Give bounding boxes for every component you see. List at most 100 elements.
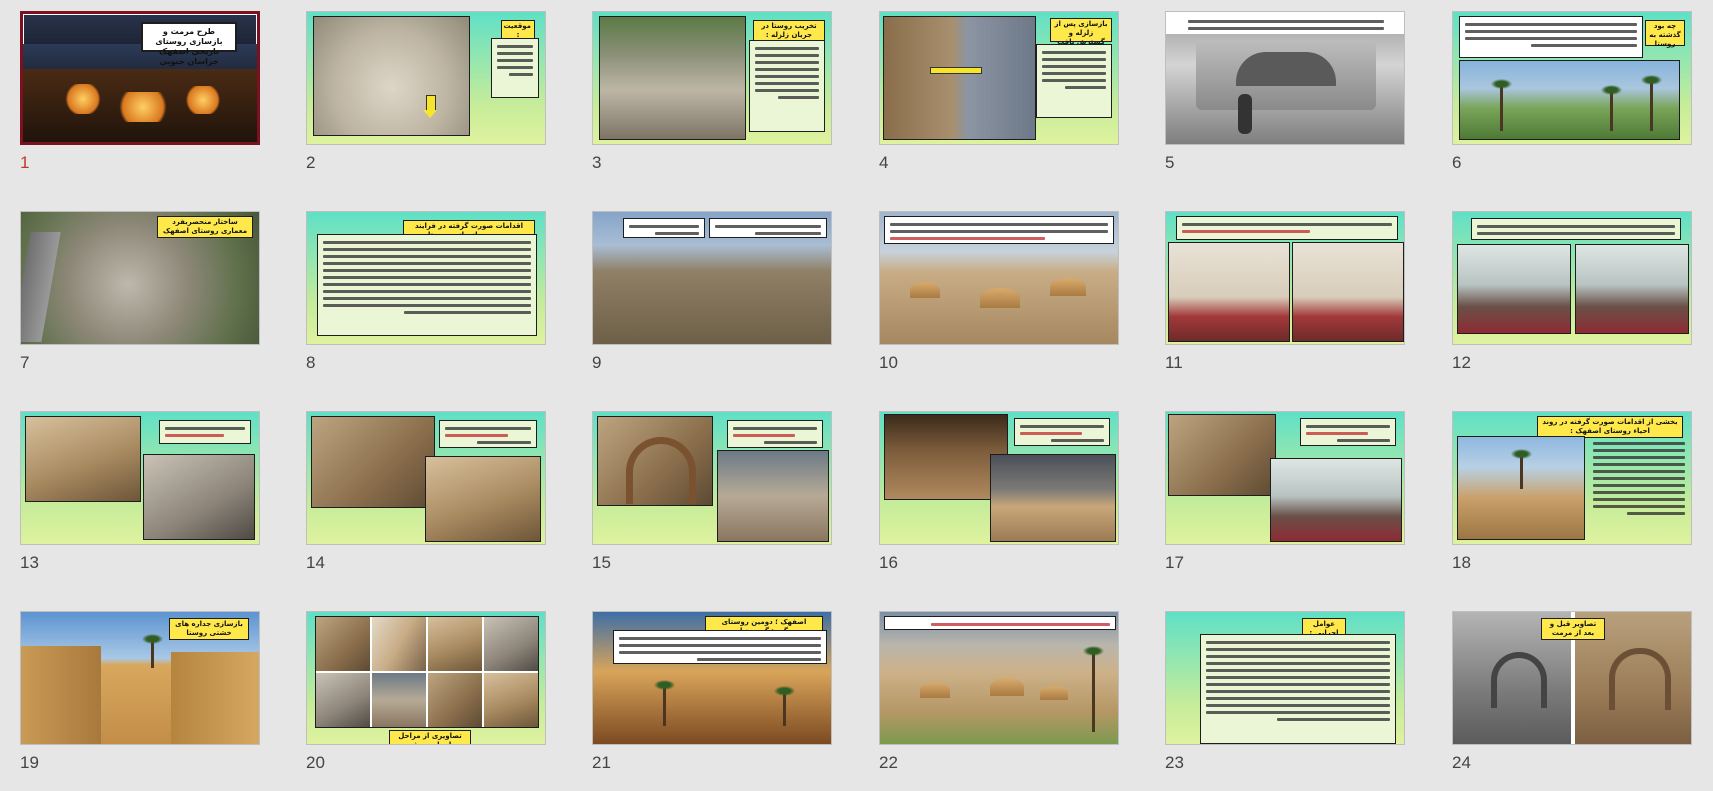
slide-thumbnail-12[interactable]: 12 (1452, 211, 1694, 391)
slide-text-box (1459, 16, 1643, 58)
slide-title: بازسازی پس از زلزله و گسترش بافت تاریخی (1050, 18, 1112, 55)
slide-thumbnail-14[interactable]: 14 (306, 411, 548, 591)
slide-thumbnail-22[interactable]: 22 (879, 611, 1121, 791)
slide-thumbnail-5[interactable]: 5 (1165, 11, 1407, 191)
slide-number: 20 (306, 753, 325, 772)
slide-photo (311, 416, 435, 508)
slide-number: 24 (1452, 753, 1471, 772)
slide-preview: طرح مرمت و بازسازی روستای تاریخی اصفهک خ… (20, 11, 260, 145)
slide-photo (597, 416, 713, 506)
slide-preview: موقعیت : (306, 11, 546, 145)
slide-thumbnail-11[interactable]: 11 (1165, 211, 1407, 391)
slide-number: 5 (1165, 153, 1175, 172)
slide-preview: عوامل اجرایی : (1165, 611, 1405, 745)
slide-preview: ساختار منحصربفرد معماری روستای اصفهک (20, 211, 260, 345)
slide-photo (599, 16, 746, 140)
slide-title: تصاویر قبل و بعد از مرمت (1541, 618, 1605, 640)
slide-preview (879, 211, 1119, 345)
slide-photo (25, 416, 141, 502)
slide-text-box (439, 420, 537, 448)
slide-text-box (317, 234, 537, 336)
slide-title: ساختار منحصربفرد معماری روستای اصفهک (157, 216, 253, 238)
slide-number: 14 (306, 553, 325, 572)
slide-thumbnail-1[interactable]: طرح مرمت و بازسازی روستای تاریخی اصفهک خ… (20, 11, 262, 191)
slide-text-box (1300, 418, 1396, 446)
slide-preview (1165, 411, 1405, 545)
slide-preview: اقدامات صورت گرفته در فرایند مرمت و بازس… (306, 211, 546, 345)
slide-thumbnail-16[interactable]: 16 (879, 411, 1121, 591)
slide-text-box (709, 218, 827, 238)
slide-thumbnail-10[interactable]: 10 (879, 211, 1121, 391)
slide-photo (425, 456, 541, 542)
slide-thumbnail-13[interactable]: 13 (20, 411, 262, 591)
slide-photo (1168, 242, 1290, 342)
slide-preview: چه بود گذشته به روستا (1452, 11, 1692, 145)
slide-photo (1459, 60, 1680, 140)
slide-number: 10 (879, 353, 898, 372)
slide-number: 18 (1452, 553, 1471, 572)
slide-number: 11 (1165, 353, 1183, 372)
slide-thumbnail-15[interactable]: 15 (592, 411, 834, 591)
slide-number: 7 (20, 353, 30, 372)
slide-number: 16 (879, 553, 898, 572)
map-image (313, 16, 470, 136)
slide-thumbnail-20[interactable]: تصاویری از مراحل اجرای پروژه 20 (306, 611, 548, 791)
slide-text-box (727, 420, 823, 448)
slide-preview (879, 411, 1119, 545)
slide-thumbnail-9[interactable]: 9 (592, 211, 834, 391)
slide-thumbnail-17[interactable]: 17 (1165, 411, 1407, 591)
slide-number: 3 (592, 153, 602, 172)
slide-number: 19 (20, 753, 39, 772)
slide-thumbnail-6[interactable]: چه بود گذشته به روستا 6 (1452, 11, 1694, 191)
slide-text-box (884, 616, 1116, 630)
slide-text-box (1471, 218, 1681, 240)
slide-photo (1575, 244, 1689, 334)
slide-thumbnail-24[interactable]: تصاویر قبل و بعد از مرمت 24 (1452, 611, 1694, 791)
slide-text-box (623, 218, 705, 238)
slide-preview: بازسازی پس از زلزله و گسترش بافت تاریخی (879, 11, 1119, 145)
slide-thumbnail-7[interactable]: ساختار منحصربفرد معماری روستای اصفهک 7 (20, 211, 262, 391)
slide-preview: بازسازی جداره های خشتی روستا (20, 611, 260, 745)
slide-preview (20, 411, 260, 545)
slide-thumbnail-21[interactable]: اصفهک ؛ دومین روستای گردشگری دنیا 21 (592, 611, 834, 791)
slide-thumbnail-4[interactable]: بازسازی پس از زلزله و گسترش بافت تاریخی … (879, 11, 1121, 191)
slide-number: 22 (879, 753, 898, 772)
slide-photo (1270, 458, 1402, 542)
slide-number: 12 (1452, 353, 1471, 372)
slide-text-box (749, 40, 825, 132)
slide-thumbnail-8[interactable]: اقدامات صورت گرفته در فرایند مرمت و بازس… (306, 211, 548, 391)
slide-text-box (159, 420, 251, 444)
slide-thumbnail-3[interactable]: تخریب روستا در جریان زلزله : 3 (592, 11, 834, 191)
slide-text-box (1014, 418, 1110, 446)
slide-text-box (1200, 634, 1396, 744)
slide-photo (990, 454, 1116, 542)
slide-preview (879, 611, 1119, 745)
slide-text-lines (1591, 438, 1687, 519)
slide-thumbnail-18[interactable]: بخشی از اقدامات صورت گرفته در روند احیاء… (1452, 411, 1694, 591)
slide-number: 6 (1452, 153, 1462, 172)
slide-thumbnail-19[interactable]: بازسازی جداره های خشتی روستا 19 (20, 611, 262, 791)
slide-number: 23 (1165, 753, 1184, 772)
slide-preview: بخشی از اقدامات صورت گرفته در روند احیاء… (1452, 411, 1692, 545)
slide-preview (1165, 211, 1405, 345)
slide-title: چه بود گذشته به روستا (1645, 20, 1685, 48)
slide-text-box (1036, 44, 1112, 118)
slide-photo (717, 450, 829, 542)
slide-preview (1165, 11, 1405, 145)
slide-number: 17 (1165, 553, 1184, 572)
slide-preview (1452, 211, 1692, 345)
slide-preview (592, 211, 832, 345)
slide-photo (1457, 244, 1571, 334)
slide-title: بخشی از اقدامات صورت گرفته در روند احیاء… (1537, 416, 1683, 438)
aerial-photo (883, 16, 1036, 140)
slide-text-box (884, 216, 1114, 244)
slide-number: 1 (20, 153, 30, 172)
slide-photo (1457, 436, 1585, 540)
slide-number: 15 (592, 553, 611, 572)
slide-preview: تصاویری از مراحل اجرای پروژه (306, 611, 546, 745)
slide-thumbnail-23[interactable]: عوامل اجرایی : 23 (1165, 611, 1407, 791)
slide-thumbnail-2[interactable]: موقعیت : 2 (306, 11, 548, 191)
slide-title: بازسازی جداره های خشتی روستا (169, 618, 249, 640)
slide-number: 13 (20, 553, 39, 572)
slide-title: تخریب روستا در جریان زلزله : (753, 20, 825, 42)
